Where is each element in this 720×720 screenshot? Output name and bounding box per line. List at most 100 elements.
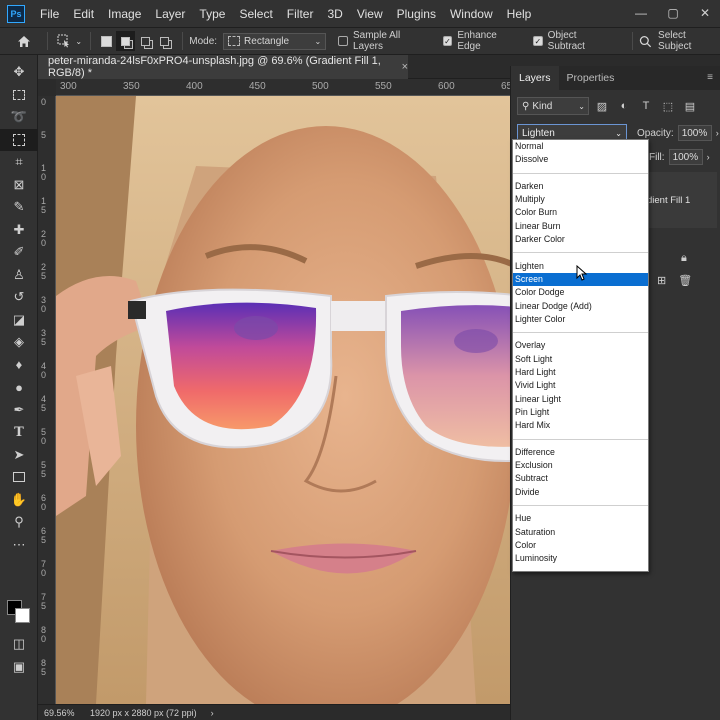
- smart-object-filter-icon[interactable]: ▤: [681, 100, 699, 113]
- clone-stamp-tool-icon[interactable]: ♙: [0, 264, 38, 287]
- lasso-tool-icon[interactable]: ➰: [0, 106, 38, 129]
- blend-mode-option-linear-burn[interactable]: Linear Burn: [513, 220, 648, 233]
- menu-item-window[interactable]: Window: [443, 7, 500, 21]
- blend-mode-option-hard-light[interactable]: Hard Light: [513, 366, 648, 379]
- blend-mode-option-difference[interactable]: Difference: [513, 446, 648, 459]
- adjustment-layer-filter-icon[interactable]: ◐: [615, 100, 633, 112]
- panel-menu-icon[interactable]: ≡: [707, 72, 713, 83]
- chevron-right-icon[interactable]: ›: [716, 128, 719, 138]
- opacity-input[interactable]: 100%: [677, 125, 712, 141]
- blend-mode-option-vivid-light[interactable]: Vivid Light: [513, 379, 648, 392]
- fill-input[interactable]: 100%: [668, 149, 703, 165]
- add-to-selection-icon[interactable]: [115, 31, 136, 51]
- object-subtract-option[interactable]: ✓ Object Subtract: [532, 30, 615, 52]
- menu-item-type[interactable]: Type: [192, 7, 232, 21]
- sample-all-layers-option[interactable]: Sample All Layers: [338, 30, 430, 52]
- document-canvas[interactable]: [56, 96, 510, 704]
- paint-bucket-tool-icon[interactable]: ◈: [0, 331, 38, 354]
- menu-item-edit[interactable]: Edit: [66, 7, 101, 21]
- blend-mode-option-multiply[interactable]: Multiply: [513, 193, 648, 206]
- document-tab[interactable]: peter-miranda-24lsF0xPRO4-unsplash.jpg @…: [38, 55, 408, 79]
- quick-mask-icon[interactable]: ◫: [0, 633, 38, 656]
- dodge-tool-icon[interactable]: ●: [0, 376, 38, 399]
- pixel-layer-filter-icon[interactable]: ▨: [593, 100, 611, 113]
- home-icon[interactable]: [14, 31, 33, 51]
- blend-mode-option-overlay[interactable]: Overlay: [513, 339, 648, 352]
- blur-tool-icon[interactable]: ♦: [0, 354, 38, 377]
- path-selection-tool-icon[interactable]: ➤: [0, 444, 38, 467]
- blend-mode-option-linear-dodge-add[interactable]: Linear Dodge (Add): [513, 300, 648, 313]
- select-subject-button[interactable]: Select Subject: [639, 30, 720, 52]
- lock-icon[interactable]: 🔒︎: [681, 252, 687, 265]
- object-selection-tool-icon[interactable]: [0, 128, 38, 151]
- subtract-from-selection-icon[interactable]: [135, 31, 154, 51]
- blend-mode-option-lighter-color[interactable]: Lighter Color: [513, 313, 648, 326]
- close-document-icon[interactable]: ×: [402, 61, 408, 73]
- object-subtract-checkbox[interactable]: ✓: [532, 36, 543, 46]
- blend-mode-option-hue[interactable]: Hue: [513, 512, 648, 525]
- photoshop-logo-icon[interactable]: Ps: [7, 4, 25, 23]
- tab-properties[interactable]: Properties: [559, 66, 623, 90]
- type-layer-filter-icon[interactable]: T: [637, 100, 655, 112]
- eraser-tool-icon[interactable]: ◪: [0, 309, 38, 332]
- blend-mode-option-subtract[interactable]: Subtract: [513, 472, 648, 485]
- shape-layer-filter-icon[interactable]: ⬚: [659, 100, 677, 113]
- blend-mode-option-linear-light[interactable]: Linear Light: [513, 393, 648, 406]
- restore-button[interactable]: ▢: [664, 4, 682, 22]
- blend-mode-option-divide[interactable]: Divide: [513, 486, 648, 499]
- screen-mode-icon[interactable]: ▣: [0, 656, 38, 679]
- marquee-tool-icon[interactable]: [0, 84, 38, 107]
- background-color-swatch[interactable]: [15, 608, 30, 623]
- intersect-selection-icon[interactable]: [155, 31, 174, 51]
- zoom-tool-icon[interactable]: ⚲: [0, 511, 38, 534]
- blend-mode-option-hard-mix[interactable]: Hard Mix: [513, 419, 648, 432]
- close-button[interactable]: ✕: [696, 4, 714, 22]
- rectangle-tool-icon[interactable]: [0, 466, 38, 489]
- menu-item-file[interactable]: File: [33, 7, 66, 21]
- delete-layer-icon[interactable]: 🗑︎: [678, 274, 692, 287]
- blend-mode-option-luminosity[interactable]: Luminosity: [513, 552, 648, 565]
- object-selection-tool-preset-icon[interactable]: [54, 31, 73, 51]
- blend-mode-option-dissolve[interactable]: Dissolve: [513, 153, 648, 166]
- new-layer-icon[interactable]: ⊞: [657, 274, 666, 287]
- blend-mode-option-normal[interactable]: Normal: [513, 140, 648, 153]
- blend-mode-option-darken[interactable]: Darken: [513, 180, 648, 193]
- blend-mode-option-exclusion[interactable]: Exclusion: [513, 459, 648, 472]
- sample-all-layers-checkbox[interactable]: [338, 36, 348, 46]
- menu-item-image[interactable]: Image: [101, 7, 148, 21]
- crop-tool-icon[interactable]: ⌗: [0, 151, 38, 174]
- menu-item-layer[interactable]: Layer: [148, 7, 192, 21]
- blend-mode-option-color[interactable]: Color: [513, 539, 648, 552]
- type-tool-icon[interactable]: T: [0, 421, 38, 444]
- enhance-edge-checkbox[interactable]: ✓: [442, 36, 453, 46]
- chevron-right-icon[interactable]: ›: [211, 708, 214, 718]
- kind-filter-select[interactable]: ⚲ Kind ⌄: [517, 97, 589, 115]
- blend-mode-option-darker-color[interactable]: Darker Color: [513, 233, 648, 246]
- more-tools-icon[interactable]: ⋯: [0, 534, 38, 557]
- move-tool-icon[interactable]: ✥: [0, 61, 38, 84]
- mode-select[interactable]: Rectangle ⌄: [223, 32, 327, 50]
- brush-tool-icon[interactable]: ✐: [0, 241, 38, 264]
- enhance-edge-option[interactable]: ✓ Enhance Edge: [442, 30, 521, 52]
- menu-item-view[interactable]: View: [350, 7, 390, 21]
- hand-tool-icon[interactable]: ✋: [0, 489, 38, 512]
- chevron-down-icon[interactable]: ⌄: [74, 31, 84, 51]
- history-brush-tool-icon[interactable]: ↺: [0, 286, 38, 309]
- blend-mode-option-saturation[interactable]: Saturation: [513, 526, 648, 539]
- menu-item-3d[interactable]: 3D: [320, 7, 349, 21]
- eyedropper-tool-icon[interactable]: ✎: [0, 196, 38, 219]
- frame-tool-icon[interactable]: ⊠: [0, 174, 38, 197]
- blend-mode-option-color-burn[interactable]: Color Burn: [513, 206, 648, 219]
- pen-tool-icon[interactable]: ✒: [0, 399, 38, 422]
- layer-row-gradient-fill[interactable]: dient Fill 1: [647, 172, 717, 228]
- menu-item-filter[interactable]: Filter: [280, 7, 321, 21]
- tab-layers[interactable]: Layers: [511, 66, 559, 90]
- healing-brush-tool-icon[interactable]: ✚: [0, 219, 38, 242]
- blend-mode-option-color-dodge[interactable]: Color Dodge: [513, 286, 648, 299]
- blend-mode-option-pin-light[interactable]: Pin Light: [513, 406, 648, 419]
- menu-item-help[interactable]: Help: [500, 7, 539, 21]
- menu-item-plugins[interactable]: Plugins: [390, 7, 443, 21]
- minimize-button[interactable]: —: [632, 4, 650, 22]
- color-swatches[interactable]: [7, 600, 33, 626]
- zoom-level[interactable]: 69.56%: [38, 708, 78, 718]
